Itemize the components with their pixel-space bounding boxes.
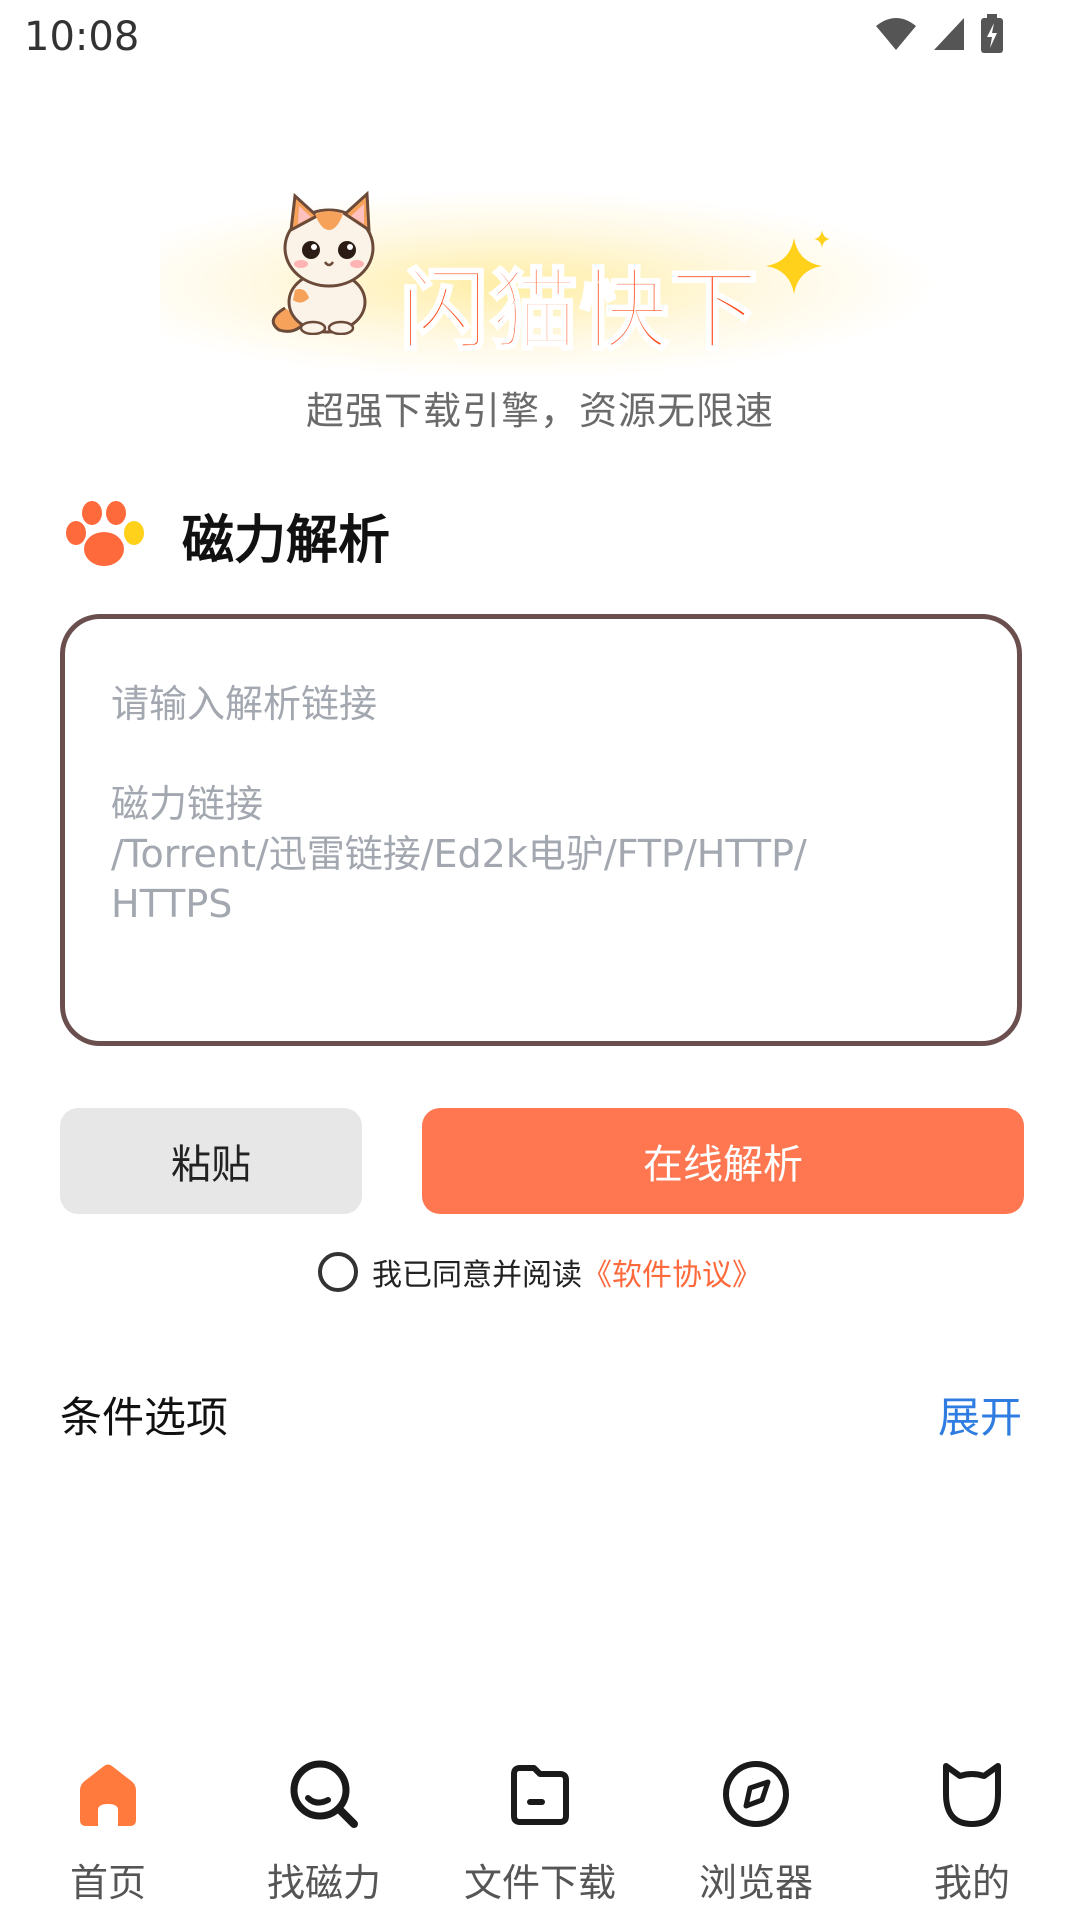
status-time: 10:08 (24, 14, 140, 60)
compass-icon (723, 1761, 789, 1827)
agreement-link[interactable]: 《软件协议》 (582, 1250, 762, 1294)
parse-button[interactable]: 在线解析 (422, 1108, 1024, 1214)
nav-item-browser[interactable]: 浏览器 (648, 1740, 864, 1920)
battery-icon (981, 14, 1003, 53)
search-icon (290, 1760, 358, 1828)
section-header: 磁力解析 (64, 500, 391, 571)
status-icons (874, 14, 1004, 54)
paw-icon (66, 501, 144, 566)
link-input-box (60, 614, 1022, 1046)
cat-face-icon (943, 1763, 1001, 1827)
home-icon (80, 1764, 136, 1826)
sparkle-icon (766, 230, 830, 294)
nav-label-home: 首页 (69, 1861, 146, 1905)
nav-label-downloads: 文件下载 (463, 1861, 616, 1905)
bottom-nav: 首页 找磁力 文件下载 浏览器 我的 (0, 1740, 1080, 1920)
nav-label-mine: 我的 (933, 1861, 1010, 1905)
cat-mascot-icon (271, 190, 375, 335)
link-input[interactable] (109, 677, 983, 1001)
agreement-text: 我已同意并阅读 (372, 1258, 582, 1293)
signal-icon (934, 18, 964, 50)
paste-button[interactable]: 粘贴 (60, 1108, 362, 1214)
agreement-checkbox[interactable] (318, 1252, 358, 1292)
wifi-icon (876, 18, 916, 50)
section-title: 磁力解析 (182, 510, 391, 571)
nav-label-find-magnet: 找磁力 (266, 1861, 381, 1905)
nav-item-mine[interactable]: 我的 (864, 1740, 1080, 1920)
status-bar: 10:08 (0, 0, 1080, 72)
conditions-label: 条件选项 (60, 1393, 229, 1442)
expand-button[interactable]: 展开 (938, 1384, 1022, 1445)
nav-item-find-magnet[interactable]: 找磁力 (216, 1740, 432, 1920)
brand-logo: 闪猫快下 (160, 190, 940, 380)
brand-title: 闪猫快下 (398, 258, 761, 364)
folder-icon (511, 1765, 569, 1825)
nav-item-downloads[interactable]: 文件下载 (432, 1740, 648, 1920)
nav-label-browser: 浏览器 (698, 1861, 813, 1905)
brand-tagline: 超强下载引擎，资源无限速 (305, 389, 774, 433)
nav-item-home[interactable]: 首页 (0, 1740, 216, 1920)
agreement-row: 我已同意并阅读 《软件协议》 (0, 1250, 1080, 1294)
